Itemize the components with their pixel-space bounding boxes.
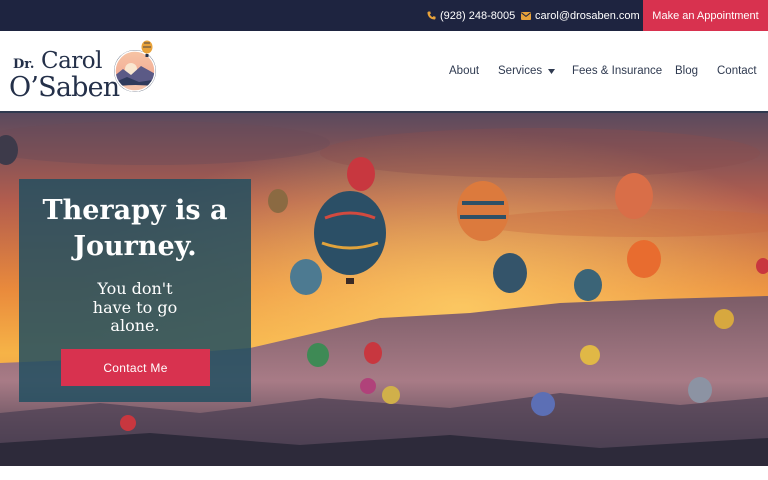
phone-contact[interactable]: (928) 248-8005 xyxy=(427,0,515,31)
hero-subtitle: You don't have to go alone. xyxy=(75,279,195,336)
logo-first-name: Carol xyxy=(41,48,103,74)
site-header: Dr. Carol O’Saben About Services Fees & … xyxy=(0,31,768,113)
hero-title: Therapy is a Journey. xyxy=(19,193,251,265)
nav-blog[interactable]: Blog xyxy=(675,31,698,111)
hero-title-line-1: Therapy is a xyxy=(42,195,228,226)
contact-me-button[interactable]: Contact Me xyxy=(61,349,210,386)
phone-icon xyxy=(427,11,436,20)
nav-fees-insurance[interactable]: Fees & Insurance xyxy=(572,31,662,111)
hero-title-line-2: Journey. xyxy=(73,231,197,262)
hero-subtitle-line-2: have to go xyxy=(92,297,178,317)
hero-subtitle-line-1: You don't xyxy=(97,279,173,298)
email-address[interactable]: carol@drosaben.com xyxy=(535,10,640,22)
envelope-icon xyxy=(521,11,531,20)
hero-card: Therapy is a Journey. You don't have to … xyxy=(19,179,251,402)
phone-number[interactable]: (928) 248-8005 xyxy=(440,10,515,22)
nav-contact[interactable]: Contact xyxy=(717,31,757,111)
nav-services[interactable]: Services xyxy=(498,31,556,111)
logo-prefix: Dr. xyxy=(13,57,35,72)
nav-services-label: Services xyxy=(498,65,543,77)
page-bottom-strip xyxy=(0,466,768,480)
email-contact[interactable]: carol@drosaben.com xyxy=(521,0,640,31)
balloon-badge-icon xyxy=(114,40,156,92)
hero-subtitle-line-3: alone. xyxy=(110,316,160,335)
make-appointment-button[interactable]: Make an Appointment xyxy=(643,0,768,31)
chevron-down-icon xyxy=(548,68,556,74)
top-bar: (928) 248-8005 carol@drosaben.com Make a… xyxy=(0,0,768,31)
hero-section: Therapy is a Journey. You don't have to … xyxy=(0,113,768,466)
nav-about[interactable]: About xyxy=(449,31,479,111)
logo-last-name: O’Saben xyxy=(9,72,120,103)
site-logo[interactable]: Dr. Carol O’Saben xyxy=(8,37,160,109)
